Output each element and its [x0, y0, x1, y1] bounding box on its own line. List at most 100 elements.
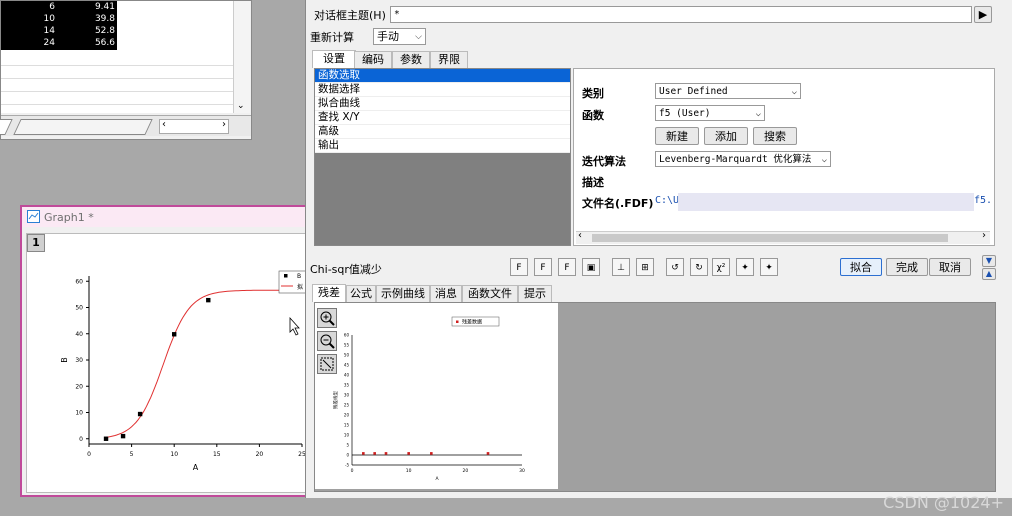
cell-a[interactable]: 24 — [44, 38, 55, 48]
triangle-up-icon: ▲ — [985, 269, 993, 278]
param-fix-icon[interactable]: ✦ — [760, 258, 778, 276]
chevron-left-icon[interactable]: ‹ — [578, 230, 582, 241]
tree-item-output[interactable]: 输出 — [315, 139, 570, 153]
empty-row[interactable] — [1, 92, 233, 105]
table-row[interactable]: 24 56.6 — [1, 37, 117, 50]
graph-page[interactable]: 1 0 5 10 15 20 25 0 10 20 30 40 50 60 A B B 拟 — [26, 233, 311, 493]
watermark: CSDN @1024+ — [883, 493, 1004, 512]
residual-y-tick-label: 55 — [344, 343, 350, 348]
filename-prefix: C:\U — [655, 195, 680, 206]
chevron-left-icon[interactable]: ‹ — [162, 119, 166, 130]
tab-hints[interactable]: 提示 — [518, 285, 552, 302]
fit-button[interactable]: 拟合 — [840, 258, 882, 276]
empty-row[interactable] — [1, 79, 233, 92]
cancel-button[interactable]: 取消 — [929, 258, 971, 276]
scrollbar-thumb[interactable] — [592, 234, 948, 242]
init-params-icon[interactable]: F — [558, 258, 576, 276]
undo-icon[interactable]: ↺ — [666, 258, 684, 276]
nonlinear-fit-dialog: 对话框主题(H) * ▶ 重新计算 手动 ⌵ 设置 编码 参数 界限 函数选取 数… — [305, 0, 1012, 498]
residual-x-tick-label: 10 — [406, 468, 412, 474]
chevron-down-icon[interactable]: ⌄ — [237, 101, 245, 111]
tab-sample-curve[interactable]: 示例曲线 — [376, 285, 430, 302]
category-label: 类别 — [582, 87, 604, 100]
data-point — [103, 436, 109, 441]
cell-b[interactable]: 9.41 — [95, 2, 115, 12]
tab-code[interactable]: 编码 — [354, 51, 392, 68]
residual-y-tick-label: 35 — [344, 383, 350, 388]
cell-b[interactable]: 56.6 — [95, 38, 115, 48]
graph-titlebar[interactable]: Graph1 * — [22, 207, 314, 227]
sheet-tab[interactable] — [0, 119, 13, 135]
cell-a[interactable]: 14 — [44, 26, 55, 36]
tab-bounds[interactable]: 界限 — [430, 51, 468, 68]
data-point — [137, 411, 143, 417]
residual-y-tick-label: 40 — [344, 373, 350, 378]
category-dropdown[interactable]: User Defined ⌵ — [655, 83, 801, 99]
recalc-dropdown[interactable]: 手动 ⌵ — [373, 28, 426, 45]
tree-item-fit-curve[interactable]: 拟合曲线 — [315, 97, 570, 111]
cell-a[interactable]: 10 — [44, 14, 55, 24]
tab-residuals[interactable]: 残差 — [312, 284, 346, 302]
tree-item-find-xy[interactable]: 查找 X/Y — [315, 111, 570, 125]
cell-b[interactable]: 39.8 — [95, 14, 115, 24]
residual-legend-marker — [456, 320, 459, 323]
y-tick-label: 20 — [75, 383, 83, 390]
tab-parameters[interactable]: 参数 — [392, 51, 430, 68]
dialog-theme-input[interactable]: * — [390, 6, 972, 23]
collapse-up-button[interactable]: ▲ — [982, 268, 996, 280]
legend-marker-b — [284, 274, 288, 278]
done-button[interactable]: 完成 — [886, 258, 928, 276]
tree-item-function[interactable]: 函数选取 — [315, 69, 570, 83]
fit-until-converge-icon[interactable]: F — [534, 258, 552, 276]
tab-settings[interactable]: 设置 — [312, 50, 356, 68]
graph-window: Graph1 * 1 0 5 10 15 20 25 0 10 20 30 40 50 60 A B B 拟 — [20, 205, 316, 497]
empty-row[interactable] — [1, 66, 233, 79]
reduced-icon[interactable]: ⊞ — [636, 258, 654, 276]
residual-plot[interactable]: 60 55 50 45 40 35 30 25 20 15 10 5 0 -5 0 10 20 30 A 残差线型 残差… — [315, 303, 558, 489]
add-function-button[interactable]: 添加 — [704, 127, 748, 145]
residual-y-tick-label: 50 — [344, 353, 350, 358]
theme-menu-button[interactable]: ▶ — [974, 6, 992, 23]
function-dropdown[interactable]: f5 (User) ⌵ — [655, 105, 765, 121]
fit-chart[interactable]: 0 5 10 15 20 250102030405060ABB拟 — [27, 234, 310, 492]
sheet-tab-empty[interactable] — [13, 119, 153, 135]
ellipse-icon[interactable]: ⊥ — [612, 258, 630, 276]
chevron-down-icon: ⌵ — [415, 32, 422, 42]
param-sync-icon[interactable]: ✦ — [736, 258, 754, 276]
empty-row[interactable] — [1, 53, 233, 66]
graph-title: Graph1 * — [44, 211, 94, 224]
chi-square-icon[interactable]: χ² — [712, 258, 730, 276]
cell-b[interactable]: 52.8 — [95, 26, 115, 36]
residual-legend-label: 残差数据 — [462, 319, 482, 326]
residual-y-tick-label: 0 — [346, 453, 349, 458]
residual-point — [486, 452, 490, 455]
chevron-right-icon[interactable]: › — [982, 230, 986, 241]
horizontal-scrollbar[interactable]: ‹ › — [576, 230, 990, 244]
vertical-scrollbar[interactable]: ⌄ — [233, 1, 250, 113]
residual-point — [384, 452, 388, 455]
tab-function-file[interactable]: 函数文件 — [462, 285, 518, 302]
filename-suffix: f5. — [974, 195, 993, 206]
fit-one-iter-icon[interactable]: F — [510, 258, 528, 276]
chevron-down-icon: ⌵ — [791, 87, 797, 97]
settings-tree[interactable]: 函数选取 数据选择 拟合曲线 查找 X/Y 高级 输出 — [314, 68, 571, 246]
worksheet-grid[interactable]: 6 9.41 10 39.8 14 52.8 24 56.6 — [1, 1, 233, 113]
tree-item-data[interactable]: 数据选择 — [315, 83, 570, 97]
cell-a[interactable]: 6 — [49, 2, 55, 12]
tab-messages[interactable]: 消息 — [430, 285, 462, 302]
tab-formula[interactable]: 公式 — [346, 285, 376, 302]
category-value: User Defined — [659, 86, 728, 97]
filename-redacted — [678, 193, 974, 211]
collapse-down-button[interactable]: ▼ — [982, 255, 996, 267]
save-icon[interactable]: ▣ — [582, 258, 600, 276]
new-function-button[interactable]: 新建 — [655, 127, 699, 145]
chevron-right-icon[interactable]: › — [222, 119, 226, 130]
horizontal-scrollbar[interactable]: ‹ › — [159, 119, 229, 134]
tree-item-advanced[interactable]: 高级 — [315, 125, 570, 139]
legend-label-b: B — [297, 273, 301, 280]
residual-y-tick-label: 5 — [346, 443, 349, 448]
search-function-button[interactable]: 搜索 — [753, 127, 797, 145]
iteration-dropdown[interactable]: Levenberg-Marquardt 优化算法 ⌵ — [655, 151, 831, 167]
description-label: 描述 — [582, 176, 604, 189]
redo-icon[interactable]: ↻ — [690, 258, 708, 276]
